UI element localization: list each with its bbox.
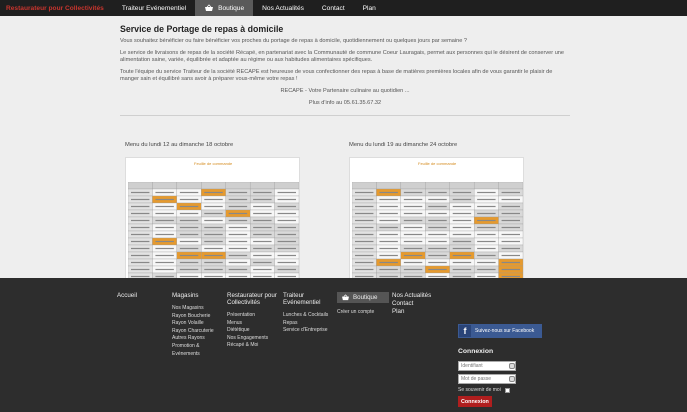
phone-info: Plus d'info au 05.61.35.67.32 xyxy=(308,99,382,106)
nav-contact[interactable]: Contact xyxy=(313,0,354,16)
nav-plan[interactable]: Plan xyxy=(354,0,385,16)
footer-link-accueil[interactable]: Accueil xyxy=(117,292,137,299)
menu-week-1: Menu du lundi 12 au dimanche 18 octobre … xyxy=(125,142,300,291)
footer-link-plan[interactable]: Plan xyxy=(392,308,431,315)
password-input[interactable] xyxy=(458,374,516,384)
nav-boutique[interactable]: Boutique xyxy=(195,0,254,16)
main-content: Service de Portage de repas à domicile V… xyxy=(0,16,687,291)
menu-sheet-image[interactable]: Feuille de commande xyxy=(349,157,524,291)
intro-paragraph: Vous souhaitez bénéficier ou faire bénéf… xyxy=(120,38,468,44)
footer-link[interactable]: Rayon Charcuterie xyxy=(172,328,224,336)
sheet-title: Feuille de commande xyxy=(194,161,233,166)
basket-icon xyxy=(205,4,214,11)
footer-link[interactable]: Promotion & Evénements xyxy=(172,343,210,358)
footer-magasins: Magasins Nos Magasins Rayon Boucherie Ra… xyxy=(172,292,224,358)
footer-link-create-account[interactable]: Créer un compte xyxy=(337,309,389,317)
team-paragraph: Toute l'équipe du service Traiteur de la… xyxy=(120,68,553,83)
menu-table-image xyxy=(128,182,299,280)
footer-link[interactable]: Rayon Boucherie xyxy=(172,313,224,321)
footer-link[interactable]: Présentation xyxy=(227,312,281,320)
menu-table-image xyxy=(352,182,523,280)
footer-link-actualites[interactable]: Nos Actualités xyxy=(392,292,431,299)
menu-week-2: Menu du lundi 19 au dimanche 24 octobre … xyxy=(349,142,524,291)
login-title: Connexion xyxy=(458,348,494,355)
footer-other: Nos Actualités Contact Plan xyxy=(392,292,431,316)
remember-me[interactable]: Se souvenir de moi xyxy=(458,387,510,393)
footer-link[interactable]: Menus xyxy=(227,320,281,328)
footer: Accueil Magasins Nos Magasins Rayon Bouc… xyxy=(0,278,687,412)
page-title: Service de Portage de repas à domicile xyxy=(120,24,284,34)
sheet-title: Feuille de commande xyxy=(418,161,457,166)
menu-sheet-image[interactable]: Feuille de commande xyxy=(125,157,300,291)
footer-link[interactable]: Récapé & Moi xyxy=(227,342,281,350)
basket-icon xyxy=(342,294,349,301)
footer-heading-boutique[interactable]: Boutique xyxy=(337,292,389,303)
facebook-button[interactable]: f Suivez-nous sur Facebook xyxy=(458,324,542,338)
footer-link[interactable]: Nos Magasins xyxy=(172,305,224,313)
footer-heading-magasins[interactable]: Magasins xyxy=(172,292,224,299)
remember-checkbox[interactable] xyxy=(504,387,510,393)
menu-caption: Menu du lundi 12 au dimanche 18 octobre xyxy=(125,142,234,148)
footer-link[interactable]: Rayon Volaille xyxy=(172,320,224,328)
footer-heading-traiteur[interactable]: Traiteur Evénementiel xyxy=(283,292,337,306)
menu-caption: Menu du lundi 19 au dimanche 24 octobre xyxy=(349,142,458,148)
footer-link[interactable]: Nos Engagements xyxy=(227,335,281,343)
footer-heading-restaurateur[interactable]: Restaurateur pour Collectivités xyxy=(227,292,281,306)
footer-boutique: Boutique Créer un compte xyxy=(337,292,389,317)
facebook-icon: f xyxy=(459,325,471,337)
facebook-label: Suivez-nous sur Facebook xyxy=(475,328,535,334)
tagline: RECAPE - Votre Partenaire culinaire au q… xyxy=(280,87,410,94)
footer-boutique-label: Boutique xyxy=(353,294,378,301)
footer-link[interactable]: Repas xyxy=(283,320,337,328)
service-paragraph: Le service de livraisons de repas de la … xyxy=(120,49,565,64)
footer-restaurateur: Restaurateur pour Collectivités Présenta… xyxy=(227,292,281,350)
divider xyxy=(120,115,570,117)
footer-accueil: Accueil xyxy=(117,292,137,305)
footer-link[interactable]: Lunches & Cocktails xyxy=(283,312,337,320)
nav-restaurateur[interactable]: Restaurateur pour Collectivités xyxy=(0,0,113,16)
article: Service de Portage de repas à domicile V… xyxy=(120,24,570,121)
footer-link[interactable]: Autres Rayons xyxy=(172,335,224,343)
footer-link[interactable]: Diététique xyxy=(227,327,281,335)
nav-actualites[interactable]: Nos Actualités xyxy=(253,0,313,16)
key-icon xyxy=(509,363,515,369)
key-icon xyxy=(509,376,515,382)
login-button[interactable]: Connexion xyxy=(458,396,492,407)
nav-traiteur[interactable]: Traiteur Evénementiel xyxy=(113,0,195,16)
top-navigation: Restaurateur pour Collectivités Traiteur… xyxy=(0,0,687,16)
footer-traiteur: Traiteur Evénementiel Lunches & Cocktail… xyxy=(283,292,337,335)
username-input[interactable] xyxy=(458,361,516,371)
footer-link[interactable]: Service d'Entreprise xyxy=(283,327,337,335)
nav-boutique-label: Boutique xyxy=(218,4,245,12)
remember-label: Se souvenir de moi xyxy=(458,387,501,393)
footer-link-contact[interactable]: Contact xyxy=(392,300,431,307)
